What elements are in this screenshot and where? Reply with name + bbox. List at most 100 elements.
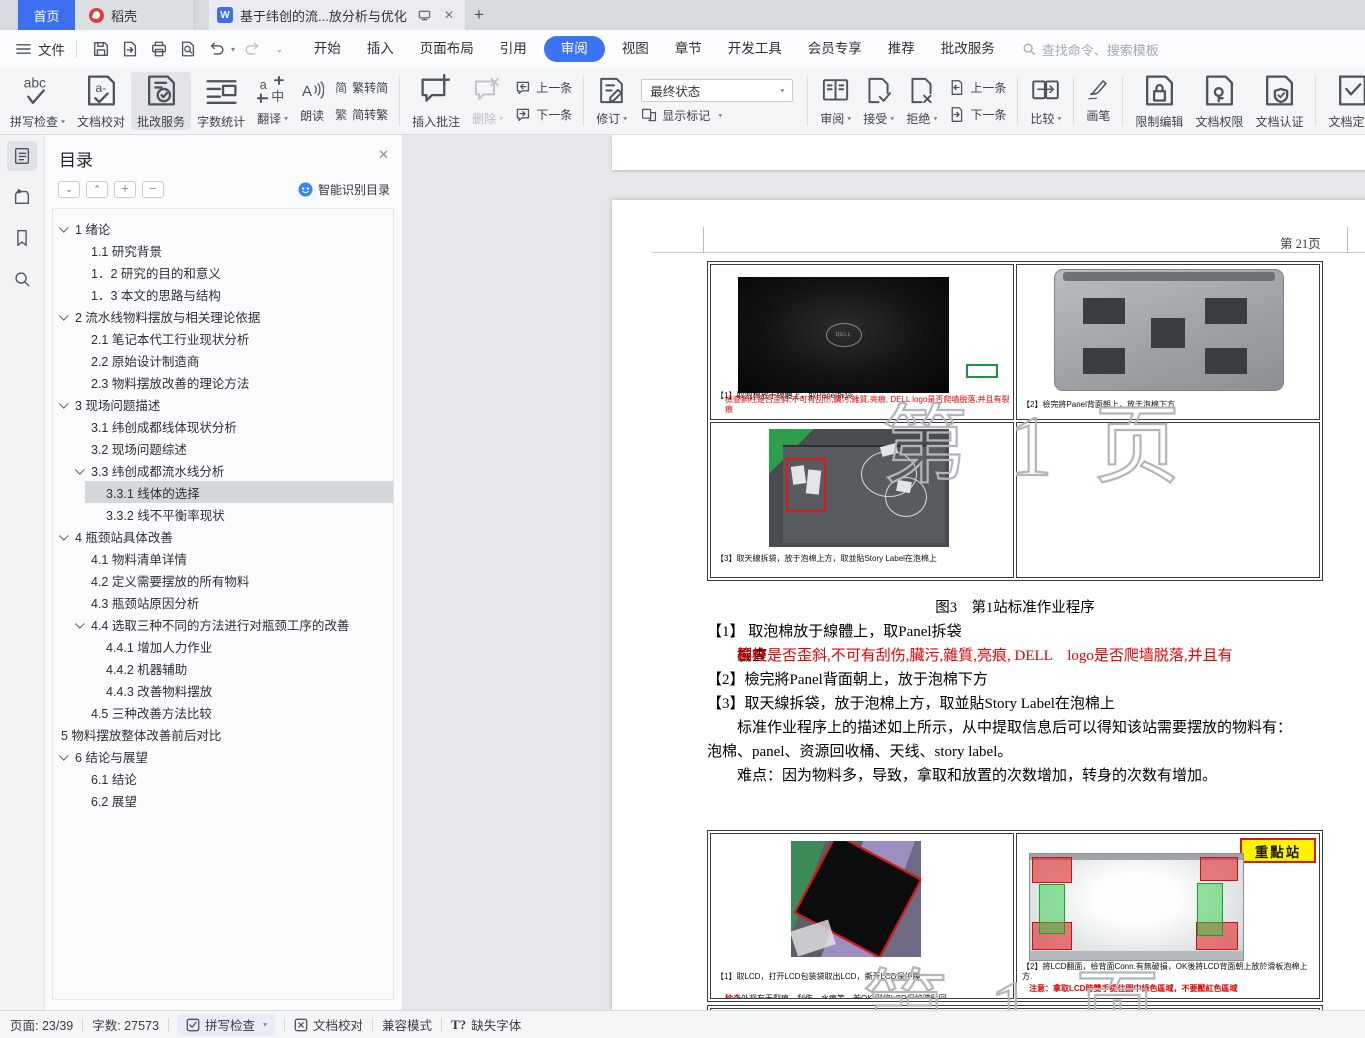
word-count-button[interactable]: 字数统计 (191, 72, 251, 130)
prev-comment-button[interactable]: 上一条 (514, 75, 572, 101)
toc-item[interactable]: 4.2 定义需要摆放的所有物料 (53, 569, 393, 591)
toc-item[interactable]: 1．3 本文的思路与结构 (53, 283, 393, 305)
markup-state-select[interactable]: 最终状态 ▾ (641, 78, 794, 102)
prev-change-button[interactable]: 上一条 (948, 75, 1006, 101)
menu-tab[interactable]: 会员专享 (795, 36, 875, 62)
expand-level-button[interactable]: ＋ (114, 181, 136, 198)
collapse-all-button[interactable]: ⌃ (86, 181, 108, 198)
export-icon[interactable] (117, 36, 143, 62)
redo-icon[interactable] (239, 36, 265, 62)
docer-tab[interactable]: 稻壳 (75, 0, 195, 30)
close-icon[interactable]: ✕ (378, 147, 389, 163)
word-count-indicator[interactable]: 字数: 27573 (92, 1015, 159, 1034)
delete-comment-button[interactable]: 删除 ▾ (466, 72, 509, 130)
chevron-down-icon[interactable] (58, 222, 69, 233)
menu-tab[interactable]: 章节 (662, 36, 715, 62)
print-preview-icon[interactable] (175, 36, 201, 62)
doc-finalize-button[interactable]: 文档定稿 (1322, 72, 1365, 130)
print-icon[interactable] (146, 36, 172, 62)
toc-item[interactable]: 4.4.2 机器辅助 (53, 657, 393, 679)
menu-tab[interactable]: 页面布局 (407, 36, 487, 62)
undo-icon[interactable] (204, 36, 230, 62)
menu-tab[interactable]: 引用 (487, 36, 540, 62)
outline-panel-icon[interactable] (7, 141, 37, 171)
toc-item[interactable]: 4.4.1 增加人力作业 (53, 635, 393, 657)
toolbar-more-icon[interactable]: ⌄ (276, 45, 283, 54)
chevron-down-icon[interactable] (58, 530, 69, 541)
missing-font-button[interactable]: T? 缺失字体 (451, 1015, 521, 1034)
insert-comment-button[interactable]: 插入批注 (406, 72, 466, 130)
toc-item[interactable]: 5 物料摆放整体改善前后对比 (53, 723, 393, 745)
toc-item[interactable]: 4 瓶颈站具体改善 (53, 525, 393, 547)
next-comment-button[interactable]: 下一条 (514, 102, 572, 128)
toc-item[interactable]: 1．2 研究的目的和意义 (53, 261, 393, 283)
expand-all-button[interactable]: ⌄ (58, 181, 80, 198)
toc-item[interactable]: 1.1 研究背景 (53, 239, 393, 261)
toc-item[interactable]: 4.5 三种改善方法比较 (53, 701, 393, 723)
new-tab-button[interactable]: + (465, 0, 493, 30)
toc-item[interactable]: 3.3.2 线不平衡率现状 (53, 503, 393, 525)
menu-tab[interactable]: 视图 (609, 36, 662, 62)
toc-item[interactable]: 1 绪论 (53, 217, 393, 239)
doc-certify-button[interactable]: 文档认证 (1249, 72, 1309, 130)
chevron-down-icon[interactable] (58, 398, 69, 409)
brush-button[interactable]: 画笔 (1080, 72, 1116, 130)
track-changes-button[interactable]: 修订 ▾ (590, 72, 633, 130)
menu-tab[interactable]: 开发工具 (715, 36, 795, 62)
command-search[interactable]: 查找命令、搜索模板 (1022, 40, 1159, 59)
tab-window-icon[interactable] (415, 9, 434, 22)
menu-tab[interactable]: 批改服务 (928, 36, 1008, 62)
proofread-toggle[interactable]: 文档校对 (294, 1015, 363, 1034)
toc-item[interactable]: 4.4 选取三种不同的方法进行对瓶颈工序的改善 (53, 613, 393, 635)
document-canvas[interactable]: 第 21页 DELL 【1】取泡棉放于線體上，取Panel拆袋 檢查銅柱是否歪斜… (403, 135, 1365, 1010)
next-change-button[interactable]: 下一条 (948, 102, 1006, 128)
compat-mode-indicator[interactable]: 兼容模式 (382, 1015, 432, 1034)
accept-button[interactable]: 接受 ▾ (857, 72, 900, 130)
document-tab[interactable]: W 基于纬创的流...放分析与优化 ✕ (209, 0, 465, 30)
menu-tab[interactable]: 审阅 (543, 36, 605, 62)
toc-item[interactable]: 4.1 物料清单详情 (53, 547, 393, 569)
toc-item[interactable]: 4.4.3 改善物料摆放 (53, 679, 393, 701)
page-indicator[interactable]: 页面: 23/39 (10, 1015, 73, 1034)
toc-item[interactable]: 3.3 纬创成都流水线分析 (53, 459, 393, 481)
simp-to-trad-button[interactable]: 繁 简转繁 (335, 102, 388, 128)
toc-item[interactable]: 3.1 纬创成都线体现状分析 (53, 415, 393, 437)
menu-tab[interactable]: 插入 (354, 36, 407, 62)
show-markup-button[interactable]: 显示标记 ▾ (641, 107, 793, 124)
find-panel-icon[interactable] (7, 264, 37, 294)
menu-tab[interactable]: 开始 (301, 36, 354, 62)
toc-item[interactable]: 3 现场问题描述 (53, 393, 393, 415)
chevron-down-icon[interactable] (58, 310, 69, 321)
toc-item[interactable]: 2.3 物料摆放改善的理论方法 (53, 371, 393, 393)
toc-item[interactable]: 2.2 原始设计制造商 (53, 349, 393, 371)
chevron-down-icon[interactable] (74, 618, 85, 629)
file-menu-button[interactable]: 文件 (16, 39, 65, 59)
document-page[interactable]: 第 21页 DELL 【1】取泡棉放于線體上，取Panel拆袋 檢查銅柱是否歪斜… (612, 200, 1365, 1010)
doc-permission-button[interactable]: 文档权限 (1189, 72, 1249, 130)
trad-to-simp-button[interactable]: 简 繁转简 (335, 75, 388, 101)
toc-item[interactable]: 6 结论与展望 (53, 745, 393, 767)
compare-button[interactable]: 比较 ▾ (1024, 72, 1067, 130)
bookmark-panel-icon[interactable] (7, 223, 37, 253)
toc-item[interactable]: 3.3.1 线体的选择 (53, 481, 393, 503)
spellcheck-toggle[interactable]: 拼写检查 ▾ (177, 1013, 275, 1036)
toc-item[interactable]: 3.2 现场问题综述 (53, 437, 393, 459)
toc-item[interactable]: 6.1 结论 (53, 767, 393, 789)
proofread-button[interactable]: a- 文档校对 (71, 72, 131, 130)
close-tab-icon[interactable]: ✕ (441, 8, 457, 22)
chevron-down-icon[interactable] (58, 750, 69, 761)
restrict-edit-button[interactable]: 限制编辑 (1129, 72, 1189, 130)
annotation-panel-icon[interactable] (7, 182, 37, 212)
review-pane-button[interactable]: 审阅 ▾ (814, 72, 857, 130)
body-text[interactable]: 【1】 取泡棉放于線體上，取Panel拆袋 檢查 銅柱是否歪斜,不可有刮伤,臟污,… (707, 620, 1327, 788)
home-tab[interactable]: 首页 (18, 0, 75, 30)
reject-button[interactable]: 拒绝 ▾ (900, 72, 943, 130)
smart-toc-button[interactable]: 智能识别目录 (298, 181, 390, 198)
spellcheck-button[interactable]: abc 拼写检查 ▾ (4, 72, 71, 130)
toc-item[interactable]: 6.2 展望 (53, 789, 393, 811)
toc-item[interactable]: 4.3 瓶颈站原因分析 (53, 591, 393, 613)
translate-button[interactable]: a中 翻译 ▾ (251, 72, 294, 130)
read-aloud-button[interactable]: A 朗读 (294, 72, 330, 130)
correction-service-button[interactable]: 批改服务 (131, 72, 192, 130)
toc-item[interactable]: 2 流水线物料摆放与相关理论依据 (53, 305, 393, 327)
